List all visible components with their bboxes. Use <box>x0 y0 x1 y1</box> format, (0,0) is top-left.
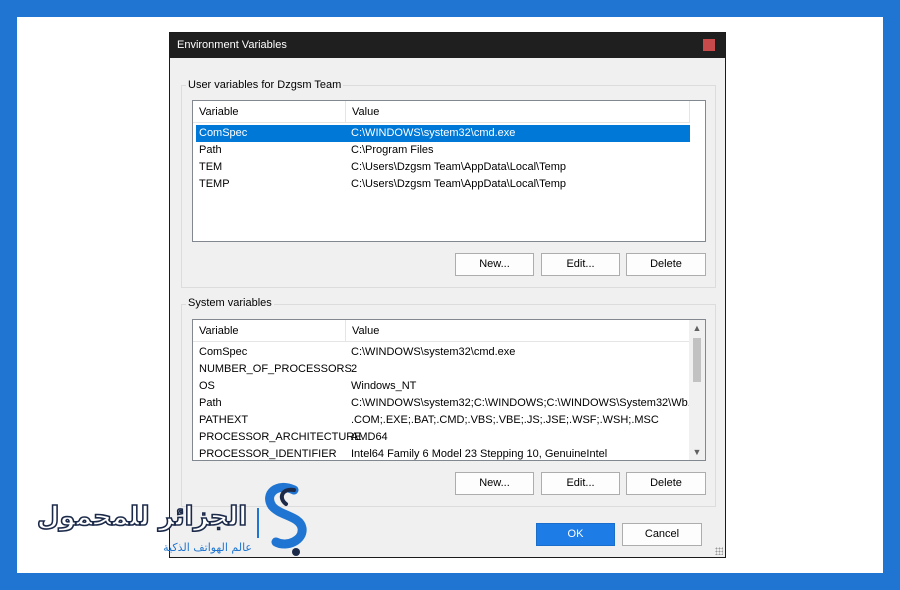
variable-name: ComSpec <box>199 127 248 139</box>
logo-tagline: عالم الهواتف الذكية <box>163 541 252 554</box>
close-icon[interactable] <box>703 39 715 51</box>
variable-value: C:\Program Files <box>351 144 434 156</box>
variable-name: PROCESSOR_IDENTIFIER <box>199 448 337 460</box>
variable-value: .COM;.EXE;.BAT;.CMD;.VBS;.VBE;.JS;.JSE;.… <box>351 414 659 426</box>
variable-name: Path <box>199 397 222 409</box>
list-item[interactable]: NUMBER_OF_PROCESSORS 2 <box>196 361 690 378</box>
list-item[interactable]: ComSpec C:\WINDOWS\system32\cmd.exe <box>196 344 690 361</box>
variable-name: OS <box>199 380 215 392</box>
system-variables-list[interactable]: Variable Value ComSpec C:\WINDOWS\system… <box>192 319 706 461</box>
user-new-button[interactable]: New... <box>455 253 534 276</box>
variable-value: C:\WINDOWS\system32\cmd.exe <box>351 127 516 139</box>
list-item[interactable]: ComSpec C:\WINDOWS\system32\cmd.exe <box>196 125 690 142</box>
variable-name: PROCESSOR_ARCHITECTURE <box>199 431 362 443</box>
variable-name: ComSpec <box>199 346 248 358</box>
variable-name: PATHEXT <box>199 414 249 426</box>
logo-brand-text: الجزائر للمحمول <box>36 501 248 533</box>
variable-value: 2 <box>351 363 358 375</box>
scroll-thumb[interactable] <box>693 338 701 382</box>
user-delete-button[interactable]: Delete <box>626 253 706 276</box>
list-item[interactable]: Path C:\WINDOWS\system32;C:\WINDOWS;C:\W… <box>196 395 697 412</box>
column-header-value[interactable]: Value <box>346 320 690 342</box>
watermark-logo: الجزائر للمحمول عالم الهواتف الذكية <box>32 480 332 560</box>
scroll-up-icon[interactable]: ▲ <box>689 320 705 336</box>
system-new-button[interactable]: New... <box>455 472 534 495</box>
list-item[interactable]: OS Windows_NT <box>196 378 690 395</box>
system-edit-button[interactable]: Edit... <box>541 472 620 495</box>
column-header-variable[interactable]: Variable <box>193 101 346 123</box>
variable-value: AMD64 <box>351 431 388 443</box>
user-variables-list[interactable]: Variable Value ComSpec C:\WINDOWS\system… <box>192 100 706 242</box>
variable-name: Path <box>199 144 222 156</box>
variable-value: Windows_NT <box>351 380 417 392</box>
title-bar[interactable]: Environment Variables <box>170 33 725 58</box>
system-variables-label: System variables <box>186 297 274 309</box>
list-item[interactable]: TEMP C:\Users\Dzgsm Team\AppData\Local\T… <box>196 176 690 193</box>
list-item[interactable]: PATHEXT .COM;.EXE;.BAT;.CMD;.VBS;.VBE;.J… <box>196 412 690 429</box>
list-item[interactable]: PROCESSOR_ARCHITECTURE AMD64 <box>196 429 690 446</box>
variable-name: TEMP <box>199 178 230 190</box>
list-header: Variable Value <box>193 101 690 123</box>
variable-value: C:\Users\Dzgsm Team\AppData\Local\Temp <box>351 178 566 190</box>
ok-button[interactable]: OK <box>536 523 615 546</box>
list-item[interactable]: Path C:\Program Files <box>196 142 690 159</box>
system-delete-button[interactable]: Delete <box>626 472 706 495</box>
variable-name: TEM <box>199 161 223 173</box>
scroll-down-icon[interactable]: ▼ <box>689 444 705 460</box>
variable-value: Intel64 Family 6 Model 23 Stepping 10, G… <box>351 448 608 460</box>
list-item[interactable]: TEM C:\Users\Dzgsm Team\AppData\Local\Te… <box>196 159 690 176</box>
user-variables-label: User variables for Dzgsm Team <box>186 79 344 91</box>
variable-value: C:\WINDOWS\system32\cmd.exe <box>351 346 516 358</box>
vertical-scrollbar[interactable]: ▲ ▼ <box>689 320 705 460</box>
window-title: Environment Variables <box>177 39 287 51</box>
list-header: Variable Value <box>193 320 690 342</box>
variable-value: C:\Users\Dzgsm Team\AppData\Local\Temp <box>351 161 566 173</box>
cancel-button[interactable]: Cancel <box>622 523 702 546</box>
list-item[interactable]: PROCESSOR_IDENTIFIER Intel64 Family 6 Mo… <box>196 446 690 460</box>
column-header-value[interactable]: Value <box>346 101 690 123</box>
resize-grip-icon[interactable] <box>715 547 723 555</box>
column-header-variable[interactable]: Variable <box>193 320 346 342</box>
variable-name: NUMBER_OF_PROCESSORS <box>199 363 352 375</box>
user-edit-button[interactable]: Edit... <box>541 253 620 276</box>
variable-value: C:\WINDOWS\system32;C:\WINDOWS;C:\WINDOW… <box>351 397 697 409</box>
